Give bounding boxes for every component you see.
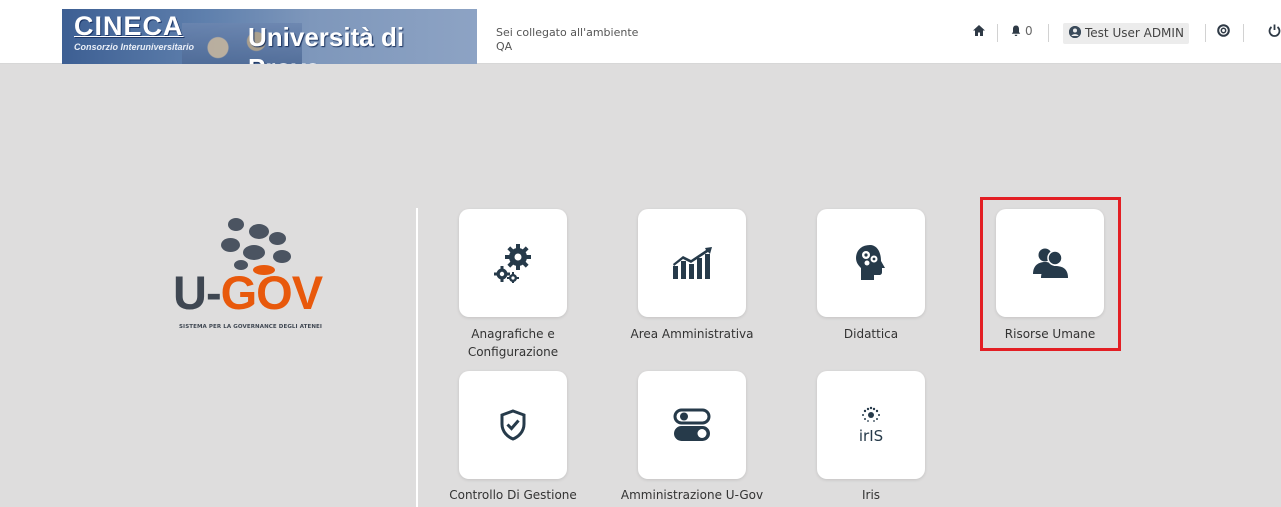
help-icon[interactable] bbox=[1217, 24, 1230, 37]
university-name: Università di Prova bbox=[248, 22, 405, 64]
university-banner-logo[interactable]: CINECA Consorzio Interuniversitario Univ… bbox=[62, 9, 477, 64]
iris-icon: irIS bbox=[856, 405, 886, 445]
user-menu[interactable]: Test User ADMIN bbox=[1063, 23, 1189, 44]
module-label: Area Amministrativa bbox=[630, 327, 754, 341]
vertical-divider bbox=[416, 208, 418, 507]
module-label: Iris bbox=[861, 488, 881, 502]
notifications-button[interactable]: 0 bbox=[1011, 24, 1033, 38]
home-icon[interactable] bbox=[972, 24, 986, 37]
environment-label: Sei collegato all'ambiente bbox=[496, 26, 639, 39]
module-tile-iris[interactable]: irIS bbox=[817, 371, 925, 479]
toggles-icon bbox=[672, 408, 712, 442]
module-label: Anagrafiche e Configurazione bbox=[467, 327, 559, 359]
top-bar: CINECA Consorzio Interuniversitario Univ… bbox=[0, 0, 1281, 64]
ugov-logo: U-GOV SISTEMA PER LA GOVERNANCE DEGLI AT… bbox=[170, 213, 350, 343]
logo-dot bbox=[221, 238, 240, 252]
cineca-logo-text: CINECA bbox=[74, 11, 184, 41]
selection-highlight bbox=[980, 197, 1121, 351]
module-tile-amministrazione-ugov[interactable] bbox=[638, 371, 746, 479]
module-tile-anagrafiche[interactable] bbox=[459, 209, 567, 317]
ugov-wordmark: U-GOV bbox=[173, 265, 323, 320]
module-label: Controllo Di Gestione bbox=[449, 488, 577, 502]
nav-separator bbox=[1205, 24, 1206, 42]
power-icon[interactable] bbox=[1268, 24, 1281, 37]
module-tile-controllo-gestione[interactable] bbox=[459, 371, 567, 479]
shield-check-icon bbox=[499, 409, 527, 441]
logo-dot bbox=[269, 232, 286, 245]
head-gears-icon bbox=[854, 243, 888, 283]
consorzio-text: Consorzio Interuniversitario bbox=[74, 42, 195, 52]
ugov-tagline: SISTEMA PER LA GOVERNANCE DEGLI ATENEI bbox=[179, 324, 323, 330]
module-tile-didattica[interactable] bbox=[817, 209, 925, 317]
gears-icon bbox=[491, 243, 535, 283]
environment-name: QA bbox=[496, 40, 513, 53]
environment-info: Sei collegato all'ambiente QA bbox=[496, 26, 638, 54]
nav-separator bbox=[997, 24, 998, 42]
logo-dot bbox=[273, 250, 291, 263]
nav-separator bbox=[1243, 24, 1244, 42]
nav-separator bbox=[1048, 24, 1049, 42]
ugov-gov: GOV bbox=[220, 266, 323, 319]
user-name: Test User ADMIN bbox=[1085, 26, 1184, 40]
ugov-u: U- bbox=[173, 266, 222, 319]
notifications-count: 0 bbox=[1025, 24, 1033, 38]
logo-dot bbox=[228, 218, 244, 231]
svg-text:irIS: irIS bbox=[859, 427, 883, 445]
chart-growth-icon bbox=[670, 246, 714, 280]
module-label: Amministrazione U-Gov bbox=[620, 488, 764, 502]
module-label: Didattica bbox=[843, 327, 899, 341]
user-icon bbox=[1069, 26, 1081, 38]
bell-icon bbox=[1011, 25, 1021, 37]
logo-dot bbox=[243, 245, 265, 260]
module-tile-area-amministrativa[interactable] bbox=[638, 209, 746, 317]
logo-dot bbox=[249, 224, 269, 239]
